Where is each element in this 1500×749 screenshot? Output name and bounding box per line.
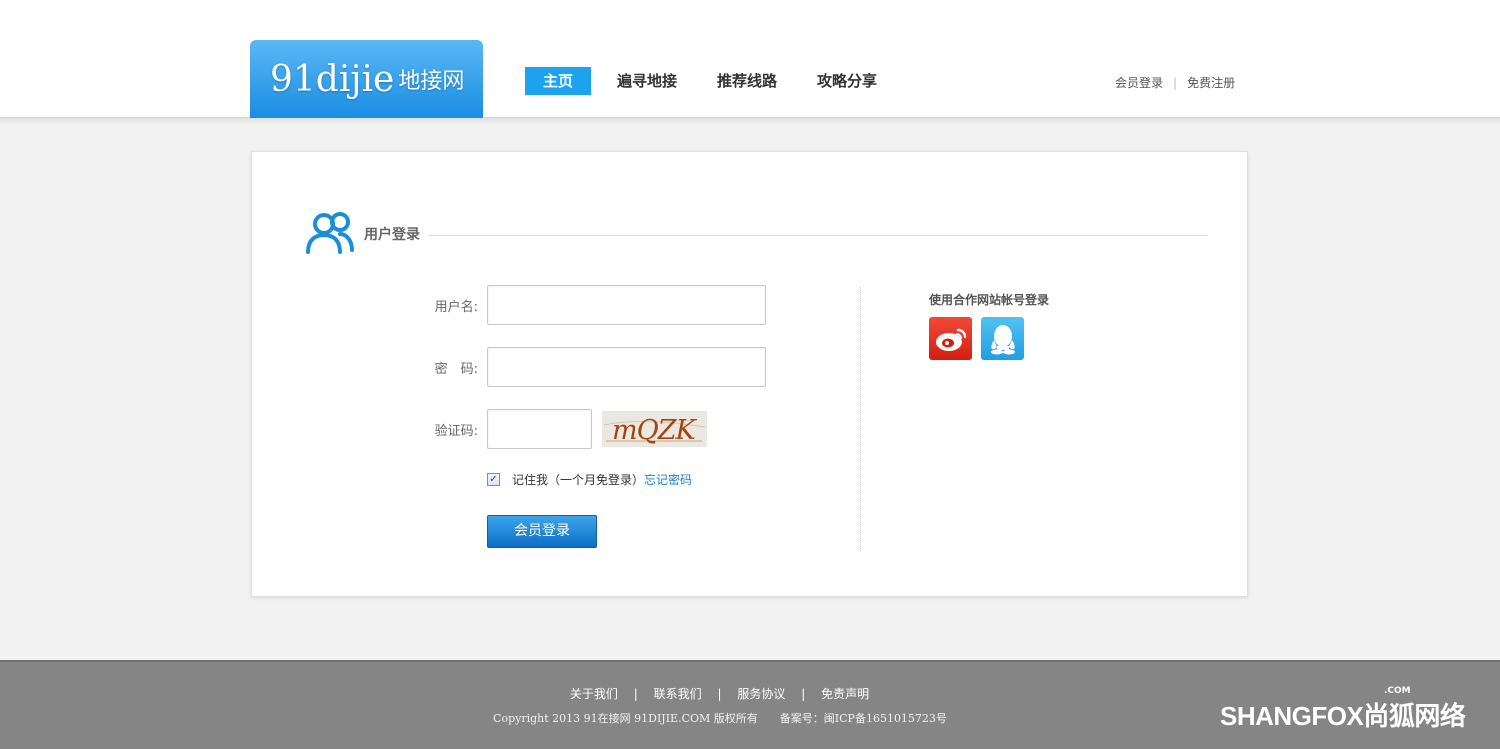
remember-row: ✓ 记住我（一个月免登录） 忘记密码 — [487, 471, 692, 488]
site-logo[interactable]: 91dijie 地接网 — [250, 40, 483, 118]
nav-item-home[interactable]: 主页 — [525, 67, 592, 95]
footer-separator: | — [633, 687, 638, 701]
captcha-text: mQZK — [612, 415, 697, 446]
header-shadow — [0, 118, 1500, 124]
nav-item-recommended-routes[interactable]: 推荐线路 — [717, 67, 777, 95]
footer-separator: | — [717, 687, 722, 701]
brand-name-text: SHANGFOX尚狐网络 — [1220, 701, 1466, 731]
captcha-input[interactable] — [487, 409, 592, 449]
weibo-icon — [935, 328, 966, 351]
footer-link-terms[interactable]: 服务协议 — [737, 687, 785, 701]
captcha-image[interactable]: mQZK — [602, 411, 707, 447]
footer-link-contact[interactable]: 联系我们 — [654, 687, 702, 701]
login-card: 用户登录 用户名: 密 码: 验证码: mQZK ✓ 记住我（一个月免登录） 忘… — [251, 151, 1248, 597]
footer-separator: | — [801, 687, 806, 701]
site-header: 91dijie 地接网 主页 遍寻地接 推荐线路 攻略分享 会员登录 | 免费注… — [0, 0, 1500, 118]
footer-link-disclaimer[interactable]: 免责声明 — [821, 687, 869, 701]
password-input[interactable] — [487, 347, 766, 387]
link-separator: | — [1173, 75, 1178, 90]
account-links: 会员登录 | 免费注册 — [1115, 74, 1235, 91]
section-title: 用户登录 — [306, 210, 420, 254]
qq-icon — [990, 324, 1015, 354]
weibo-login-button[interactable] — [929, 317, 972, 360]
logo-text-cn: 地接网 — [398, 69, 465, 94]
username-input[interactable] — [487, 285, 766, 325]
captcha-label: 验证码: — [434, 424, 478, 439]
partner-login-title: 使用合作网站帐号登录 — [929, 293, 1050, 307]
forgot-password-link[interactable]: 忘记密码 — [644, 471, 692, 488]
qq-login-button[interactable] — [981, 317, 1024, 360]
member-login-link[interactable]: 会员登录 — [1115, 74, 1163, 91]
captcha-graphic: mQZK — [602, 411, 707, 447]
password-label: 密 码: — [434, 362, 478, 377]
remember-checkbox[interactable]: ✓ — [487, 473, 500, 486]
username-label: 用户名: — [434, 300, 478, 315]
brand-com-text: .COM — [1384, 686, 1411, 696]
title-divider — [428, 235, 1208, 236]
main-nav: 主页 遍寻地接 推荐线路 攻略分享 — [525, 67, 917, 95]
nav-item-guides[interactable]: 攻略分享 — [817, 67, 877, 95]
footer-link-about[interactable]: 关于我们 — [570, 687, 618, 701]
users-icon — [306, 212, 354, 254]
vertical-divider — [860, 287, 861, 551]
submit-login-button[interactable]: 会员登录 — [487, 515, 597, 548]
logo-text-en: 91dijie — [270, 58, 395, 100]
register-link[interactable]: 免费注册 — [1187, 74, 1235, 91]
section-title-label: 用户登录 — [364, 227, 420, 243]
nav-item-find-agency[interactable]: 遍寻地接 — [617, 67, 677, 95]
remember-label: 记住我（一个月免登录） — [512, 473, 645, 487]
site-footer: 关于我们 | 联系我们 | 服务协议 | 免责声明 Copyright 2013… — [0, 660, 1500, 749]
